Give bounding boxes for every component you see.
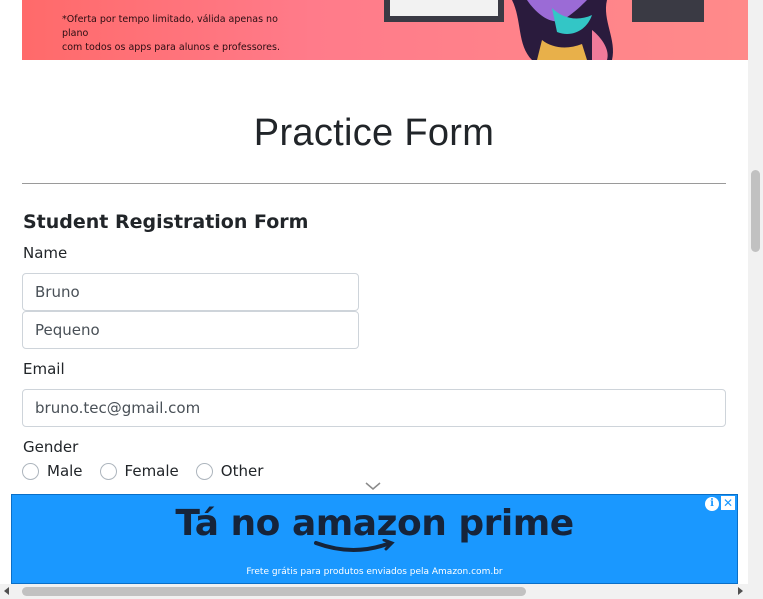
- info-icon[interactable]: i: [705, 497, 719, 511]
- gender-radio-group: Male Female Other: [22, 460, 280, 482]
- gender-label: Gender: [23, 438, 79, 456]
- amazon-ad-banner[interactable]: Tá no amazon prime Frete grátis para pro…: [11, 494, 738, 584]
- horizontal-scrollbar-thumb[interactable]: [22, 587, 526, 596]
- promo-banner[interactable]: *Oferta por tempo limitado, válida apena…: [22, 0, 748, 60]
- email-label: Email: [23, 360, 65, 378]
- gender-other-radio[interactable]: [195, 462, 213, 480]
- promo-line-2: com todos os apps para alunos e professo…: [62, 42, 280, 53]
- ad-subtext: Frete grátis para produtos enviados pela…: [246, 567, 503, 577]
- name-label: Name: [23, 244, 68, 262]
- horizontal-scrollbar[interactable]: [0, 584, 763, 599]
- scroll-left-icon[interactable]: [4, 587, 9, 595]
- chevron-down-icon[interactable]: [364, 480, 382, 492]
- scroll-right-icon[interactable]: [738, 587, 743, 595]
- gender-option-other[interactable]: Other: [195, 462, 264, 480]
- promo-laptop-image: [384, 0, 504, 22]
- amazon-smile-icon: [314, 539, 395, 552]
- ad-headline: Tá no amazon prime: [175, 503, 574, 544]
- gender-female-label[interactable]: Female: [125, 462, 179, 480]
- gender-option-male[interactable]: Male: [22, 462, 83, 480]
- last-name-input[interactable]: [22, 311, 359, 349]
- gender-male-radio[interactable]: [22, 462, 39, 480]
- promo-illustration: [512, 0, 614, 60]
- divider: [22, 183, 726, 184]
- gender-male-label[interactable]: Male: [47, 462, 83, 480]
- promo-line-1: *Oferta por tempo limitado, válida apena…: [62, 14, 278, 39]
- close-icon[interactable]: ✕: [721, 496, 735, 510]
- vertical-scrollbar[interactable]: [748, 0, 763, 584]
- gender-female-radio[interactable]: [99, 462, 117, 480]
- email-input[interactable]: [22, 389, 726, 427]
- gender-option-female[interactable]: Female: [99, 462, 179, 480]
- page-title: Practice Form: [253, 112, 495, 154]
- promo-text: *Oferta por tempo limitado, válida apena…: [62, 13, 302, 55]
- gender-other-label[interactable]: Other: [221, 462, 264, 480]
- form-heading: Student Registration Form: [23, 211, 309, 233]
- vertical-scrollbar-thumb[interactable]: [751, 170, 760, 252]
- first-name-input[interactable]: [22, 273, 359, 311]
